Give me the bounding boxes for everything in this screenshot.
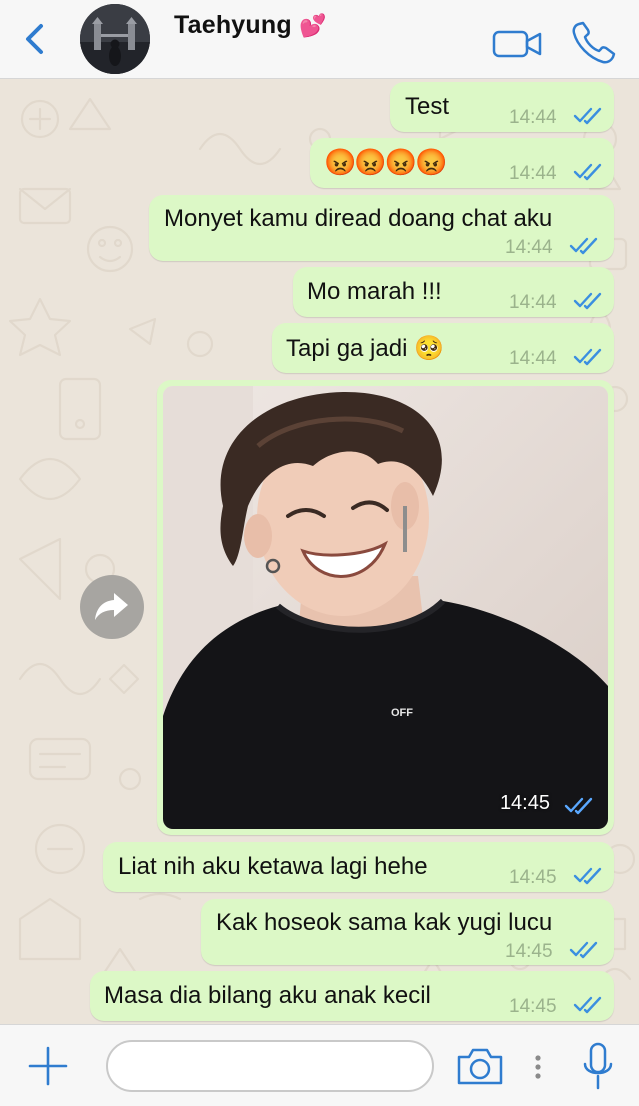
message-bubble[interactable]: Test 14:44 <box>390 82 614 132</box>
message-input[interactable] <box>106 1040 434 1092</box>
contact-avatar[interactable] <box>80 4 150 74</box>
video-call-icon[interactable] <box>492 28 544 60</box>
message-time: 14:44 <box>509 292 557 313</box>
message-text: Liat nih aku ketawa lagi hehe <box>118 853 428 880</box>
message-text: Monyet kamu diread doang chat aku <box>164 205 553 232</box>
chat-area[interactable]: Test 14:44 😡😡😡😡 14:44 Monyet kamu diread… <box>0 79 639 1024</box>
contact-name-text: Taehyung <box>174 11 292 39</box>
message-time: 14:45 <box>509 996 557 1017</box>
message-text: Masa dia bilang aku anak kecil <box>104 982 431 1009</box>
photo-laughing-man[interactable]: OFF 14:45 <box>163 386 608 829</box>
camera-icon[interactable] <box>455 1045 505 1087</box>
message-time: 14:44 <box>509 163 557 184</box>
message-bubble[interactable]: Monyet kamu diread doang chat aku 14:44 <box>149 195 614 261</box>
message-time: 14:44 <box>509 107 557 128</box>
read-ticks-icon <box>573 996 602 1014</box>
two-hearts-emoji: 💕 <box>298 13 327 38</box>
message-text: 😡😡😡😡 <box>324 147 447 177</box>
message-text: Test <box>405 93 450 120</box>
message-time: 14:44 <box>505 237 553 258</box>
message-text: Mo marah !!! <box>307 278 442 305</box>
microphone-icon[interactable] <box>582 1042 614 1092</box>
read-ticks-icon <box>564 797 593 815</box>
read-ticks-icon <box>569 941 598 959</box>
phone-call-icon[interactable] <box>570 20 618 66</box>
back-chevron-icon[interactable] <box>22 22 48 56</box>
forward-button[interactable] <box>80 575 144 639</box>
message-text: Kak hoseok sama kak yugi lucu <box>216 909 553 936</box>
message-time: 14:45 <box>499 792 550 814</box>
read-ticks-icon <box>573 107 602 125</box>
message-time: 14:45 <box>509 867 557 888</box>
read-ticks-icon <box>569 237 598 255</box>
read-ticks-icon <box>573 348 602 366</box>
composer-bar <box>0 1024 639 1106</box>
message-bubble[interactable]: Liat nih aku ketawa lagi hehe 14:45 <box>103 842 614 892</box>
more-options-icon[interactable] <box>534 1053 542 1081</box>
read-ticks-icon <box>573 292 602 310</box>
chat-header: Taehyung 💕 <box>0 0 639 79</box>
contact-name[interactable]: Taehyung 💕 <box>174 11 327 40</box>
image-message-bubble[interactable]: OFF 14:45 <box>157 380 614 835</box>
shirt-print-text: OFF <box>391 707 413 719</box>
message-bubble[interactable]: Tapi ga jadi 🥺 14:44 <box>272 323 614 373</box>
message-bubble[interactable]: Masa dia bilang aku anak kecil 14:45 <box>90 971 614 1021</box>
attach-plus-icon[interactable] <box>27 1045 69 1087</box>
read-ticks-icon <box>573 163 602 181</box>
read-ticks-icon <box>573 867 602 885</box>
message-text: Tapi ga jadi 🥺 <box>286 335 444 362</box>
message-time: 14:44 <box>509 348 557 369</box>
message-bubble[interactable]: Mo marah !!! 14:44 <box>293 267 614 317</box>
forward-arrow-icon <box>95 593 128 620</box>
message-bubble[interactable]: Kak hoseok sama kak yugi lucu 14:45 <box>201 899 614 965</box>
message-bubble[interactable]: 😡😡😡😡 14:44 <box>310 138 614 188</box>
message-time: 14:45 <box>505 941 553 962</box>
